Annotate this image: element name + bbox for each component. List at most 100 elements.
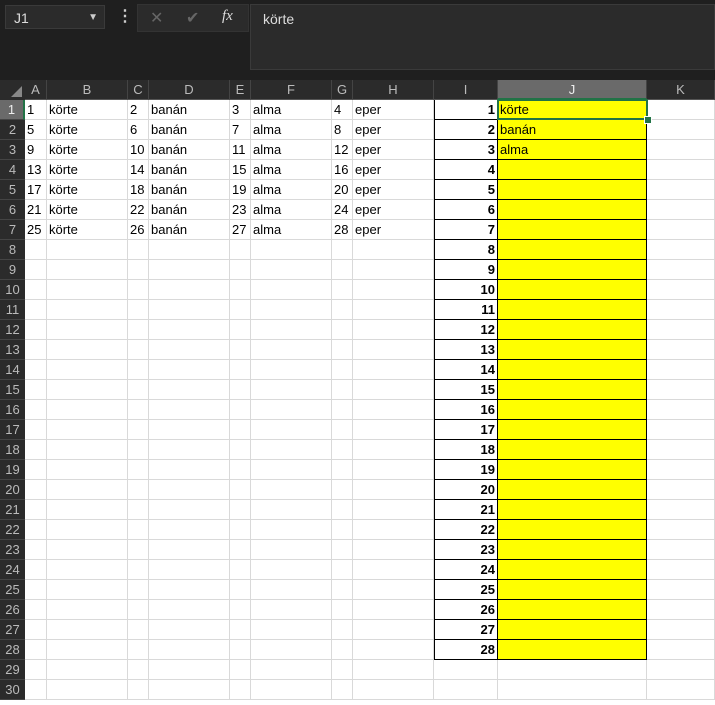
cell-e27[interactable] <box>230 620 251 640</box>
cell-i7[interactable]: 7 <box>434 220 498 240</box>
cell-a20[interactable] <box>25 480 47 500</box>
cell-k11[interactable] <box>647 300 715 320</box>
cell-j29[interactable] <box>498 660 647 680</box>
cell-h10[interactable] <box>353 280 434 300</box>
cell-k28[interactable] <box>647 640 715 660</box>
cell-b21[interactable] <box>47 500 128 520</box>
cell-b4[interactable]: körte <box>47 160 128 180</box>
cell-d19[interactable] <box>149 460 230 480</box>
cell-e26[interactable] <box>230 600 251 620</box>
cell-d27[interactable] <box>149 620 230 640</box>
cell-f21[interactable] <box>251 500 332 520</box>
cell-e29[interactable] <box>230 660 251 680</box>
cell-h22[interactable] <box>353 520 434 540</box>
cell-e11[interactable] <box>230 300 251 320</box>
cell-c5[interactable]: 18 <box>128 180 149 200</box>
cell-b6[interactable]: körte <box>47 200 128 220</box>
cell-h8[interactable] <box>353 240 434 260</box>
cell-j12[interactable] <box>498 320 647 340</box>
cell-e1[interactable]: 3 <box>230 100 251 120</box>
cell-h7[interactable]: eper <box>353 220 434 240</box>
cell-e23[interactable] <box>230 540 251 560</box>
row-header-29[interactable]: 29 <box>0 660 25 680</box>
cell-h28[interactable] <box>353 640 434 660</box>
cell-j16[interactable] <box>498 400 647 420</box>
cell-g29[interactable] <box>332 660 353 680</box>
cell-d17[interactable] <box>149 420 230 440</box>
cell-d11[interactable] <box>149 300 230 320</box>
cell-i22[interactable]: 22 <box>434 520 498 540</box>
cell-i26[interactable]: 26 <box>434 600 498 620</box>
cell-d1[interactable]: banán <box>149 100 230 120</box>
cell-a13[interactable] <box>25 340 47 360</box>
cell-b14[interactable] <box>47 360 128 380</box>
cell-e17[interactable] <box>230 420 251 440</box>
cell-k9[interactable] <box>647 260 715 280</box>
cell-e28[interactable] <box>230 640 251 660</box>
cell-k10[interactable] <box>647 280 715 300</box>
column-header-f[interactable]: F <box>251 80 332 100</box>
cell-f12[interactable] <box>251 320 332 340</box>
cell-a24[interactable] <box>25 560 47 580</box>
cell-a4[interactable]: 13 <box>25 160 47 180</box>
cell-d29[interactable] <box>149 660 230 680</box>
cell-a21[interactable] <box>25 500 47 520</box>
column-header-c[interactable]: C <box>128 80 149 100</box>
cell-g12[interactable] <box>332 320 353 340</box>
cell-f5[interactable]: alma <box>251 180 332 200</box>
cell-h20[interactable] <box>353 480 434 500</box>
cell-c27[interactable] <box>128 620 149 640</box>
row-header-28[interactable]: 28 <box>0 640 25 660</box>
cell-j28[interactable] <box>498 640 647 660</box>
cell-a22[interactable] <box>25 520 47 540</box>
cell-f13[interactable] <box>251 340 332 360</box>
cell-a23[interactable] <box>25 540 47 560</box>
cell-e4[interactable]: 15 <box>230 160 251 180</box>
cell-j13[interactable] <box>498 340 647 360</box>
cell-i30[interactable] <box>434 680 498 700</box>
cell-g16[interactable] <box>332 400 353 420</box>
row-header-5[interactable]: 5 <box>0 180 25 200</box>
cell-f14[interactable] <box>251 360 332 380</box>
cell-h9[interactable] <box>353 260 434 280</box>
cell-e25[interactable] <box>230 580 251 600</box>
row-header-4[interactable]: 4 <box>0 160 25 180</box>
cell-d15[interactable] <box>149 380 230 400</box>
cell-i10[interactable]: 10 <box>434 280 498 300</box>
enter-icon[interactable]: ✔ <box>186 8 199 28</box>
cell-f19[interactable] <box>251 460 332 480</box>
cell-g8[interactable] <box>332 240 353 260</box>
row-header-8[interactable]: 8 <box>0 240 25 260</box>
column-header-g[interactable]: G <box>332 80 353 100</box>
row-header-18[interactable]: 18 <box>0 440 25 460</box>
cell-e14[interactable] <box>230 360 251 380</box>
cell-b12[interactable] <box>47 320 128 340</box>
cell-d2[interactable]: banán <box>149 120 230 140</box>
row-header-19[interactable]: 19 <box>0 460 25 480</box>
cell-d8[interactable] <box>149 240 230 260</box>
cell-i21[interactable]: 21 <box>434 500 498 520</box>
cell-g2[interactable]: 8 <box>332 120 353 140</box>
cell-k2[interactable] <box>647 120 715 140</box>
cell-j22[interactable] <box>498 520 647 540</box>
cell-g23[interactable] <box>332 540 353 560</box>
cell-h1[interactable]: eper <box>353 100 434 120</box>
cell-h3[interactable]: eper <box>353 140 434 160</box>
cell-g4[interactable]: 16 <box>332 160 353 180</box>
cell-j10[interactable] <box>498 280 647 300</box>
row-header-20[interactable]: 20 <box>0 480 25 500</box>
cell-k14[interactable] <box>647 360 715 380</box>
cell-f25[interactable] <box>251 580 332 600</box>
cell-i6[interactable]: 6 <box>434 200 498 220</box>
cell-b16[interactable] <box>47 400 128 420</box>
cell-j14[interactable] <box>498 360 647 380</box>
cell-g20[interactable] <box>332 480 353 500</box>
cell-b27[interactable] <box>47 620 128 640</box>
column-header-b[interactable]: B <box>47 80 128 100</box>
column-header-d[interactable]: D <box>149 80 230 100</box>
cell-c17[interactable] <box>128 420 149 440</box>
name-box[interactable]: J1 ▼ <box>5 5 105 29</box>
cell-c7[interactable]: 26 <box>128 220 149 240</box>
cell-e12[interactable] <box>230 320 251 340</box>
cell-d24[interactable] <box>149 560 230 580</box>
